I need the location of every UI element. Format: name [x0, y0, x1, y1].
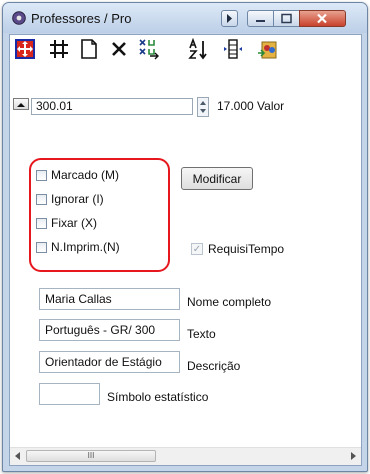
spinner-arrows-icon: [200, 101, 206, 113]
checkbox-box: [36, 217, 47, 229]
export-people-icon[interactable]: [256, 38, 278, 60]
record-id-field[interactable]: 300.01: [31, 98, 193, 115]
simbolo-input[interactable]: [39, 383, 100, 405]
texto-input[interactable]: Português - GR/ 300: [39, 319, 180, 341]
app-window: Professores / Pro 300.01 17.000 Valor Ma…: [2, 2, 368, 472]
simbolo-label: Símbolo estatístico: [107, 390, 209, 404]
requisitempo-label: RequisiTempo: [208, 242, 285, 256]
horizontal-scrollbar[interactable]: III: [10, 447, 361, 465]
scroll-thumb[interactable]: III: [26, 450, 156, 462]
sort-az-icon[interactable]: [188, 38, 210, 60]
modificar-button[interactable]: Modificar: [181, 167, 253, 190]
requisitempo-checkbox[interactable]: ✓ RequisiTempo: [191, 242, 284, 256]
record-nav-up-button[interactable]: [13, 98, 29, 110]
close-icon: [317, 13, 327, 24]
app-gear-icon: [12, 11, 26, 25]
play-icon: [227, 14, 232, 23]
triangle-up-icon: [17, 103, 25, 107]
swap-columns-icon[interactable]: [138, 38, 160, 60]
toolbar: [10, 35, 361, 63]
nimprim-checkbox[interactable]: N.Imprim.(N): [36, 240, 120, 254]
marcado-label: Marcado (M): [51, 168, 120, 182]
value-spinner[interactable]: [197, 97, 209, 117]
ignorar-label: Ignorar (I): [51, 192, 104, 206]
checkbox-box: [36, 241, 47, 253]
nimprim-label: N.Imprim.(N): [51, 240, 120, 254]
check-icon: ✓: [191, 243, 203, 255]
play-button[interactable]: [221, 10, 238, 27]
minimize-button[interactable]: [247, 10, 274, 27]
checkbox-box: [36, 193, 47, 205]
fixar-label: Fixar (X): [51, 216, 97, 230]
marcado-checkbox[interactable]: Marcado (M): [36, 168, 119, 182]
maximize-icon: [281, 13, 292, 24]
valor-label: 17.000 Valor: [217, 99, 285, 113]
ignorar-checkbox[interactable]: Ignorar (I): [36, 192, 104, 206]
nome-completo-label: Nome completo: [187, 295, 272, 309]
new-document-icon[interactable]: [78, 38, 100, 60]
column-insert-icon[interactable]: [222, 38, 244, 60]
fixar-checkbox[interactable]: Fixar (X): [36, 216, 97, 230]
title-bar[interactable]: Professores / Pro: [3, 3, 367, 33]
form-area: 300.01 17.000 Valor Marcado (M) Ignorar …: [9, 34, 362, 466]
scroll-left-icon[interactable]: [15, 452, 20, 460]
minimize-icon: [256, 20, 265, 22]
delete-x-icon[interactable]: [108, 38, 130, 60]
close-button[interactable]: [299, 10, 346, 27]
maximize-button[interactable]: [273, 10, 300, 27]
scroll-right-icon[interactable]: [351, 452, 356, 460]
grid-target-icon[interactable]: [14, 38, 36, 60]
nome-completo-input[interactable]: Maria Callas: [39, 288, 180, 310]
texto-label: Texto: [187, 327, 216, 341]
window-title: Professores / Pro: [31, 11, 132, 26]
hash-grid-icon[interactable]: [48, 38, 70, 60]
descricao-label: Descrição: [187, 359, 241, 373]
descricao-input[interactable]: Orientador de Estágio: [39, 351, 180, 373]
checkbox-box: [36, 169, 47, 181]
